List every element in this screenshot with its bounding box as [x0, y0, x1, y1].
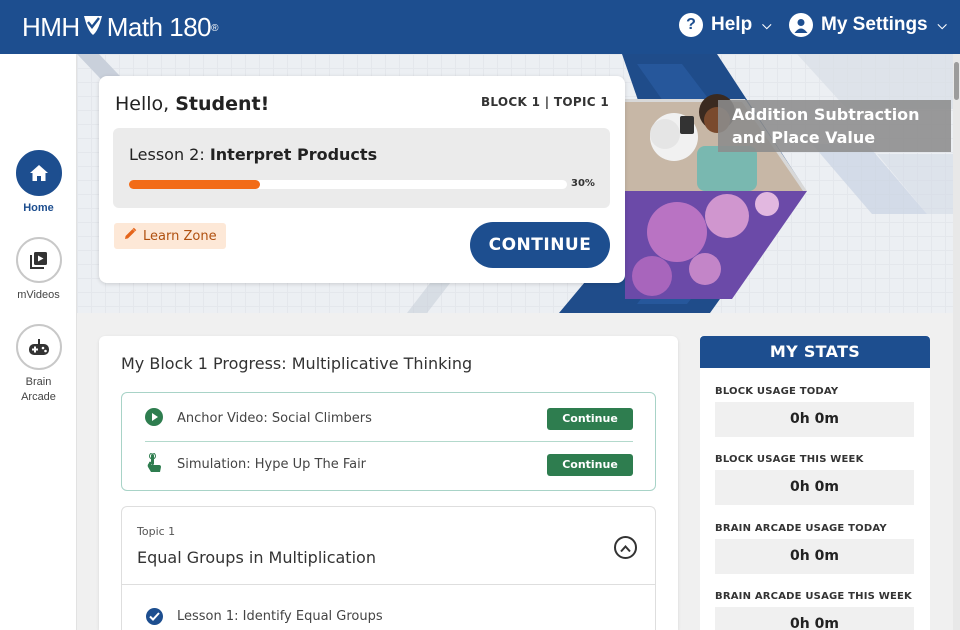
stat-value: 0h 0m [715, 607, 914, 630]
collapse-topic-button[interactable] [614, 536, 637, 559]
stat-value: 0h 0m [715, 539, 914, 574]
simulation-continue-button[interactable]: Continue [547, 453, 633, 476]
anchor-video-continue-button[interactable]: Continue [547, 407, 633, 430]
app-logo[interactable]: HMH Math 180 ® [22, 12, 218, 43]
sidebar-item-mvideos[interactable]: mVideos [0, 237, 77, 303]
lesson-progress-bar [129, 180, 567, 189]
lesson-title: Lesson 2: Interpret Products [129, 145, 377, 164]
stat-label: BLOCK USAGE THIS WEEK [715, 454, 864, 465]
help-menu-button[interactable]: ? Help ⌵ [679, 13, 771, 37]
block-topic-label: BLOCK 1 | TOPIC 1 [480, 95, 609, 109]
learn-zone-label: Learn Zone [143, 228, 217, 244]
gamepad-icon [15, 324, 62, 370]
topic-name: Equal Groups in Multiplication [137, 548, 376, 567]
video-library-icon [15, 237, 62, 283]
shield-check-icon [83, 12, 103, 43]
help-label: Help [711, 14, 753, 35]
student-name: Student! [175, 93, 270, 115]
brand-product: Math 180 [106, 12, 212, 42]
block-progress-card: My Block 1 Progress: Multiplicative Thin… [99, 336, 678, 630]
pencil-icon [123, 227, 137, 245]
divider [122, 584, 655, 585]
stat-value: 0h 0m [715, 402, 914, 437]
topic-banner: Addition Subtraction and Place Value [718, 100, 951, 152]
chevron-down-icon: ⌵ [937, 17, 947, 32]
lesson-list-item[interactable]: Lesson 1: Identify Equal Groups [146, 608, 383, 625]
sidebar-label-brain-arcade: Brain Arcade [21, 376, 56, 403]
lesson-progress-fill [129, 180, 261, 189]
settings-label: My Settings [821, 14, 928, 35]
registered-mark: ® [211, 23, 218, 34]
anchor-video-label: Anchor Video: Social Climbers [177, 411, 372, 426]
lesson-prefix: Lesson 2: [129, 145, 205, 164]
sidebar-item-brain-arcade[interactable]: Brain Arcade [0, 324, 77, 405]
hand-pointer-icon [145, 452, 163, 477]
sidebar: Home mVideos Brain Arcade [0, 54, 77, 630]
top-bar: HMH Math 180 ® ? Help ⌵ My Settings ⌵ [0, 0, 960, 54]
lesson-name: Interpret Products [209, 145, 378, 164]
stat-label: BRAIN ARCADE USAGE TODAY [715, 523, 887, 534]
play-circle-icon [145, 407, 163, 430]
help-icon: ? [679, 13, 703, 37]
sidebar-item-home[interactable]: Home [0, 150, 77, 216]
my-stats-panel: MY STATS BLOCK USAGE TODAY 0h 0m BLOCK U… [700, 336, 930, 630]
learn-zone-badge[interactable]: Learn Zone [114, 223, 226, 249]
stat-value: 0h 0m [715, 470, 914, 505]
block-progress-title: My Block 1 Progress: Multiplicative Thin… [121, 354, 473, 373]
brand-hmh: HMH [22, 12, 80, 42]
list-item: Simulation: Hype Up The Fair Continue [145, 442, 633, 487]
check-circle-icon [146, 608, 163, 625]
greeting-hello: Hello, [115, 93, 170, 115]
greeting: Hello, Student! [115, 93, 269, 115]
stat-label: BRAIN ARCADE USAGE THIS WEEK [715, 591, 912, 602]
lesson-progress-percent: 30% [571, 178, 595, 189]
settings-menu-button[interactable]: My Settings ⌵ [789, 13, 947, 37]
topic-section: Topic 1 Equal Groups in Multiplication L… [121, 506, 656, 630]
continue-lesson-button[interactable]: CONTINUE [470, 222, 610, 268]
page-scrollbar[interactable] [953, 54, 960, 630]
anchor-activities-box: Anchor Video: Social Climbers Continue S… [121, 392, 656, 491]
lesson-label: Lesson 1: Identify Equal Groups [177, 609, 383, 624]
chevron-down-icon: ⌵ [762, 17, 772, 32]
sidebar-label-home: Home [23, 202, 54, 214]
list-item: Anchor Video: Social Climbers Continue [145, 396, 633, 441]
lesson-progress-box: Lesson 2: Interpret Products 30% [113, 128, 610, 208]
home-icon [15, 150, 62, 196]
chevron-up-icon [620, 538, 631, 557]
stat-label: BLOCK USAGE TODAY [715, 386, 839, 397]
topic-number: Topic 1 [137, 525, 176, 538]
current-lesson-card: Hello, Student! BLOCK 1 | TOPIC 1 Lesson… [99, 76, 625, 283]
user-icon [789, 13, 813, 37]
simulation-label: Simulation: Hype Up The Fair [177, 457, 367, 472]
my-stats-title: MY STATS [700, 336, 930, 368]
sidebar-label-mvideos: mVideos [17, 289, 60, 301]
scrollbar-thumb[interactable] [954, 62, 959, 100]
